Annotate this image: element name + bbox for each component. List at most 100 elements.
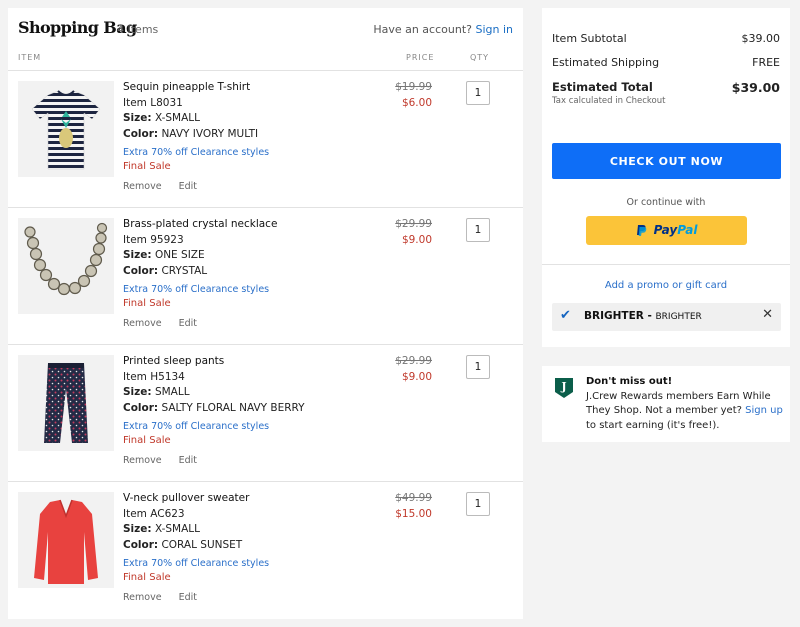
sign-up-link[interactable]: Sign up — [745, 405, 783, 416]
item-price: $19.99 $6.00 — [368, 80, 432, 111]
clearance-promo: Extra 70% off Clearance styles — [123, 558, 270, 569]
final-sale-label: Final Sale — [123, 572, 171, 583]
remove-button[interactable]: Remove — [123, 592, 162, 603]
sale-price: $9.00 — [401, 233, 432, 246]
item-details: Printed sleep pants Item H5134 Size: SMA… — [123, 354, 373, 469]
color-value: SALTY FLORAL NAVY BERRY — [161, 401, 305, 414]
remove-button[interactable]: Remove — [123, 318, 162, 329]
item-name[interactable]: Sequin pineapple T-shirt — [123, 80, 373, 96]
tax-note: Tax calculated in Checkout — [552, 96, 666, 106]
final-sale-label: Final Sale — [123, 435, 171, 446]
item-price: $29.99 $9.00 — [368, 217, 432, 248]
original-price: $29.99 — [395, 355, 432, 367]
item-number: Item AC623 — [123, 507, 185, 520]
column-header-price: PRICE — [406, 53, 435, 62]
item-color: Color: SALTY FLORAL NAVY BERRY — [123, 401, 373, 417]
total-label: Estimated Total — [552, 80, 653, 94]
product-image-necklace[interactable] — [18, 218, 114, 314]
continue-with-label: Or continue with — [626, 197, 706, 208]
subtotal-row: Item Subtotal $39.00 — [552, 32, 780, 45]
size-label: Size: — [123, 249, 152, 261]
subtotal-value: $39.00 — [741, 32, 781, 45]
bag-item-row: Brass-plated crystal necklace Item 95923… — [8, 207, 523, 344]
item-number: Item H5134 — [123, 370, 185, 383]
color-label: Color: — [123, 538, 159, 551]
quantity-input[interactable]: 1 — [466, 355, 490, 379]
clearance-promo: Extra 70% off Clearance styles — [123, 147, 270, 158]
sale-price: $9.00 — [401, 370, 432, 383]
item-size: Size: X-SMALL — [123, 522, 373, 538]
jcrew-rewards-badge-icon: J — [555, 378, 573, 398]
item-actions: Remove Edit — [123, 179, 373, 195]
promo-code-name: BRIGHTER - — [584, 310, 652, 322]
size-value: X-SMALL — [154, 523, 201, 535]
color-value: CRYSTAL — [161, 264, 208, 277]
paypal-logo-icon — [636, 220, 654, 239]
paypal-label-pal: Pal — [677, 223, 698, 237]
checkmark-icon: ✔ — [560, 308, 571, 323]
column-header-qty: QTY — [470, 53, 490, 62]
paypal-label-pay: Pay — [653, 223, 678, 237]
remove-promo-close-icon[interactable]: ✕ — [762, 307, 773, 322]
item-number: Item 95923 — [123, 233, 184, 246]
item-actions: Remove Edit — [123, 590, 373, 606]
item-size: Size: SMALL — [123, 385, 373, 401]
remove-button[interactable]: Remove — [123, 181, 162, 192]
quantity-input[interactable]: 1 — [466, 81, 490, 105]
shipping-row: Estimated Shipping FREE — [552, 56, 780, 69]
total-row: Estimated Total $39.00 — [552, 80, 780, 95]
paypal-button[interactable]: PayPal — [586, 216, 747, 245]
edit-button[interactable]: Edit — [179, 592, 197, 603]
edit-button[interactable]: Edit — [179, 455, 197, 466]
original-price: $29.99 — [395, 218, 432, 230]
summary-divider — [542, 264, 790, 265]
total-value: $39.00 — [731, 80, 780, 95]
item-name[interactable]: Printed sleep pants — [123, 354, 373, 370]
promo-code-detail: BRIGHTER — [655, 312, 702, 322]
item-name[interactable]: Brass-plated crystal necklace — [123, 217, 373, 233]
quantity-input[interactable]: 1 — [466, 492, 490, 516]
bag-item-row: Printed sleep pants Item H5134 Size: SMA… — [8, 344, 523, 481]
applied-promo-code: ✔ BRIGHTER - BRIGHTER ✕ — [552, 303, 781, 331]
edit-button[interactable]: Edit — [179, 181, 197, 192]
checkout-button[interactable]: CHECK OUT NOW — [552, 143, 781, 179]
product-image-sweater[interactable] — [18, 492, 114, 588]
promo-code-label: BRIGHTER - BRIGHTER — [584, 310, 702, 322]
bag-item-row: Sequin pineapple T-shirt Item L8031 Size… — [8, 70, 523, 207]
product-image-pants[interactable] — [18, 355, 114, 451]
color-label: Color: — [123, 401, 159, 414]
account-prompt: Have an account? Sign in — [373, 23, 513, 36]
shopping-bag-panel: Shopping Bag 4 Items Have an account? Si… — [8, 8, 523, 619]
item-actions: Remove Edit — [123, 453, 373, 469]
bag-items: Sequin pineapple T-shirt Item L8031 Size… — [8, 70, 523, 618]
edit-button[interactable]: Edit — [179, 318, 197, 329]
original-price: $19.99 — [395, 81, 432, 93]
rewards-message: Don't miss out! J.Crew Rewards members E… — [586, 375, 784, 433]
account-prompt-text: Have an account? — [373, 23, 472, 36]
product-image-tshirt[interactable] — [18, 81, 114, 177]
clearance-promo: Extra 70% off Clearance styles — [123, 284, 270, 295]
sign-in-link[interactable]: Sign in — [475, 23, 513, 36]
sale-price: $15.00 — [395, 507, 432, 520]
column-headers: ITEM PRICE QTY — [18, 53, 513, 69]
color-value: NAVY IVORY MULTI — [161, 127, 259, 140]
item-details: V-neck pullover sweater Item AC623 Size:… — [123, 491, 373, 606]
size-label: Size: — [123, 386, 152, 398]
clearance-promo: Extra 70% off Clearance styles — [123, 421, 270, 432]
column-header-item: ITEM — [18, 53, 42, 62]
color-value: CORAL SUNSET — [161, 538, 243, 551]
remove-button[interactable]: Remove — [123, 455, 162, 466]
item-price: $49.99 $15.00 — [368, 491, 432, 522]
size-value: X-SMALL — [154, 112, 201, 124]
size-value: SMALL — [154, 386, 190, 398]
add-promo-link[interactable]: Add a promo or gift card — [542, 280, 790, 291]
final-sale-label: Final Sale — [123, 161, 171, 172]
item-size: Size: ONE SIZE — [123, 248, 373, 264]
size-value: ONE SIZE — [154, 249, 205, 261]
shipping-label: Estimated Shipping — [552, 56, 660, 69]
quantity-input[interactable]: 1 — [466, 218, 490, 242]
color-label: Color: — [123, 127, 159, 140]
size-label: Size: — [123, 112, 152, 124]
item-details: Brass-plated crystal necklace Item 95923… — [123, 217, 373, 332]
item-name[interactable]: V-neck pullover sweater — [123, 491, 373, 507]
